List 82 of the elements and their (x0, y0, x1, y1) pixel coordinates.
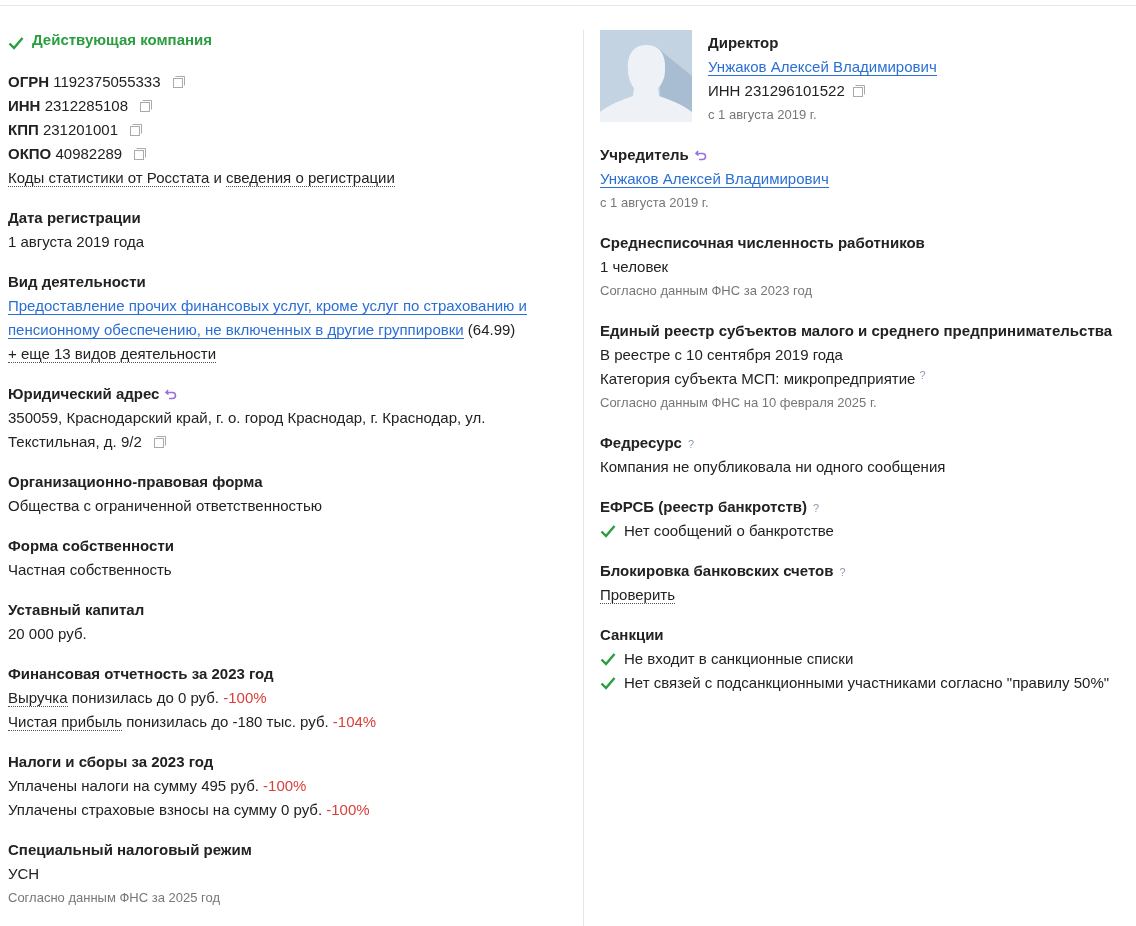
undo-arrow-icon[interactable] (694, 149, 707, 161)
change-percent: -100% (263, 777, 307, 794)
section-title: Налоги и сборы за 2023 год (8, 752, 214, 772)
copy-icon[interactable] (140, 100, 153, 112)
section-title: Организационно-правовая форма (8, 472, 263, 492)
check-icon (600, 524, 616, 538)
value-text: Текстильная, д. 9/2 (8, 433, 142, 450)
value-text: Согласно данным ФНС за 2023 год (600, 283, 813, 298)
section-title: Блокировка банковских счетов (600, 561, 834, 581)
value-text: 350059, Краснодарский край, г. о. город Краснодар, г. Краснодар, ул. (8, 409, 486, 426)
section-title: Дата регистрации (8, 208, 141, 228)
check-icon (8, 35, 24, 50)
value-text: 1 августа 2019 года (8, 233, 145, 250)
change-percent: -100% (326, 801, 370, 818)
value-text: Согласно данным ФНС за 2025 год (8, 890, 221, 905)
value-text: Компания не опубликовала ни одного сообщения (600, 458, 946, 475)
section-title: Форма собственности (8, 536, 174, 556)
dotted-link[interactable]: Коды статистики от Росстата (8, 169, 210, 187)
value-text: Категория субъекта МСП: микропредприятие (600, 370, 916, 387)
section-title: Специальный налоговый режим (8, 840, 252, 860)
copy-icon[interactable] (130, 124, 143, 136)
value-text: Частная собственность (8, 561, 172, 578)
copy-icon[interactable] (153, 436, 166, 448)
section-title: Санкции (600, 625, 664, 645)
check-icon (600, 652, 616, 666)
value-text: понизилась до -180 тыс. руб. (126, 713, 329, 730)
value-text: Нет связей с подсанкционными участниками согласно "правилу 50%" (624, 674, 1110, 691)
section-title: Учредитель (600, 145, 689, 165)
dotted-link[interactable]: сведения о регистрации (226, 169, 395, 187)
value-text: 231201001 (42, 121, 118, 138)
section-title: Финансовая отчетность за 2023 год (8, 664, 274, 684)
text-link[interactable]: пенсионному обеспечению, не включенных в другие группировки (8, 321, 464, 339)
text-link[interactable]: Унжаков Алексей Владимирович (600, 170, 829, 188)
value-text: УСН (8, 865, 40, 882)
dotted-link[interactable]: Выручка (8, 689, 68, 707)
change-percent: -100% (223, 689, 267, 706)
field-label: КПП (8, 121, 39, 138)
value-text: понизилась до 0 руб. (71, 689, 220, 706)
value-text: Не входит в санкционные списки (624, 650, 854, 667)
value-text: Нет сообщений о банкротстве (624, 522, 834, 539)
dotted-link[interactable]: Проверить (600, 586, 675, 604)
value-text: и (213, 169, 222, 186)
text-link[interactable]: Предоставление прочих финансовых услуг, кроме услуг по страхованию и (8, 297, 527, 315)
value-text: 40982289 (55, 145, 123, 162)
help-mark[interactable]: ? (919, 369, 926, 381)
value-text: Уплачены налоги на сумму 495 руб. (8, 777, 259, 794)
field-label: ИНН (8, 97, 41, 114)
value-text: В реестре с 10 сентября 2019 года (600, 346, 843, 363)
value-text: Согласно данным ФНС на 10 февраля 2025 г. (600, 395, 877, 410)
value-text: Уплачены страховые взносы на сумму 0 руб. (8, 801, 323, 818)
dotted-link[interactable]: + еще 13 видов деятельности (8, 345, 217, 363)
value-text: Общества с ограниченной ответственностью (8, 497, 322, 514)
director-inn: ИНН 231296101522 (708, 82, 845, 99)
value-text: (64.99) (467, 321, 516, 338)
copy-icon[interactable] (852, 85, 865, 97)
section-title: Юридический адрес (8, 384, 160, 404)
section-title: Федресурс (600, 433, 682, 453)
section-title: Среднесписочная численность работников (600, 233, 925, 253)
section-title: ЕФРСБ (реестр банкротств) (600, 497, 808, 517)
help-mark[interactable]: ? (813, 502, 820, 514)
value-text: 1 человек (600, 258, 669, 275)
company-status: Действующая компания (32, 30, 213, 50)
section-title: Директор (708, 33, 779, 53)
undo-arrow-icon[interactable] (165, 388, 178, 400)
section-title: Единый реестр субъектов малого и среднего предпринимательства (600, 321, 1113, 341)
value-text: 1192375055333 (53, 73, 161, 90)
field-label: ОКПО (8, 145, 52, 162)
director-link[interactable]: Унжаков Алексей Владимирович (708, 58, 937, 76)
copy-icon[interactable] (172, 76, 185, 88)
section-title: Уставный капитал (8, 600, 145, 620)
help-mark[interactable]: ? (687, 438, 695, 450)
value-text: 20 000 руб. (8, 625, 87, 642)
value-text: 2312285108 (44, 97, 129, 114)
value-text: с 1 августа 2019 г. (600, 195, 709, 210)
help-mark[interactable]: ? (839, 566, 846, 578)
dotted-link[interactable]: Чистая прибыль (8, 713, 122, 731)
section-title: Вид деятельности (8, 272, 146, 292)
change-percent: -104% (332, 713, 377, 730)
date-note: с 1 августа 2019 г. (708, 107, 817, 122)
copy-icon[interactable] (134, 148, 147, 160)
field-label: ОГРН (8, 73, 49, 90)
check-icon (600, 676, 616, 690)
